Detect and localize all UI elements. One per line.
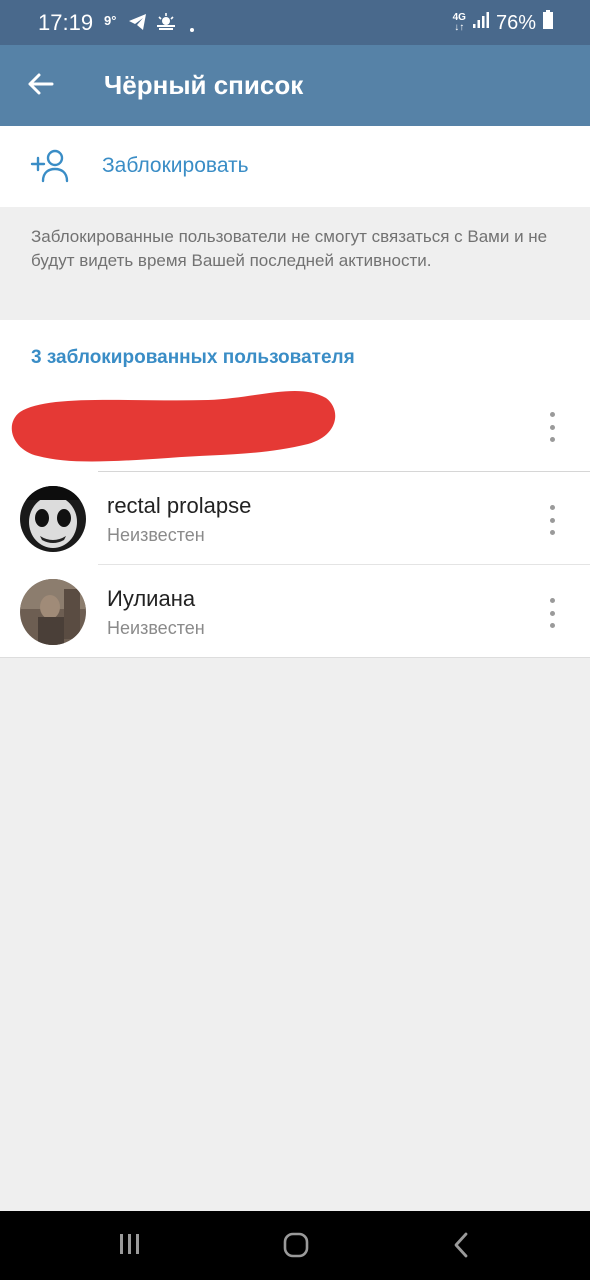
avatar — [20, 486, 86, 552]
blocked-user-row[interactable] — [0, 380, 590, 472]
more-options-button[interactable] — [540, 598, 564, 628]
block-user-label: Заблокировать — [102, 154, 249, 177]
more-options-button[interactable] — [540, 505, 564, 535]
blocked-user-row[interactable]: Иулиана Неизвестен — [0, 566, 590, 658]
status-right: 4G ↓↑ 76% — [453, 10, 554, 36]
battery-percent: 76% — [495, 11, 536, 34]
info-section: Заблокированные пользователи не смогут с… — [0, 207, 590, 320]
page-title: Чёрный список — [104, 70, 304, 100]
user-name: rectal prolapse — [107, 493, 252, 518]
block-user-button[interactable]: Заблокировать — [0, 126, 590, 207]
blocked-users-list: 3 заблокированных пользователя rectal pr… — [0, 320, 590, 658]
user-status: Неизвестен — [107, 525, 205, 545]
avatar — [20, 579, 86, 645]
row-divider — [98, 564, 590, 565]
row-divider — [98, 471, 590, 472]
weather-icon — [155, 12, 177, 35]
notification-dot-icon — [190, 19, 194, 37]
user-name: Иулиана — [107, 586, 196, 611]
add-user-icon — [30, 148, 70, 189]
blocked-user-row[interactable]: rectal prolapse Неизвестен — [0, 473, 590, 565]
user-status: Неизвестен — [107, 618, 205, 638]
battery-icon — [542, 10, 554, 36]
telegram-icon — [128, 13, 148, 36]
arrow-left-icon — [26, 72, 54, 101]
list-header: 3 заблокированных пользователя — [31, 347, 355, 368]
network-type: 4G ↓↑ — [452, 12, 466, 33]
app-bar: Чёрный список — [0, 45, 590, 126]
status-bar: 17:19 9° 4G ↓↑ 76% — [0, 0, 590, 45]
back-button[interactable] — [20, 67, 60, 105]
info-text: Заблокированные пользователи не смогут с… — [31, 227, 548, 270]
more-options-button[interactable] — [540, 412, 564, 442]
recent-apps-icon[interactable] — [118, 1231, 142, 1262]
more-dot-icon — [549, 412, 555, 417]
system-navigation-bar — [0, 1211, 590, 1280]
signal-icon — [472, 11, 490, 35]
redaction-mark — [8, 384, 338, 471]
status-time: 17:19 — [38, 10, 94, 35]
home-icon[interactable] — [282, 1231, 310, 1264]
weather-temperature: 9° — [104, 13, 117, 28]
back-nav-icon[interactable] — [450, 1231, 472, 1264]
